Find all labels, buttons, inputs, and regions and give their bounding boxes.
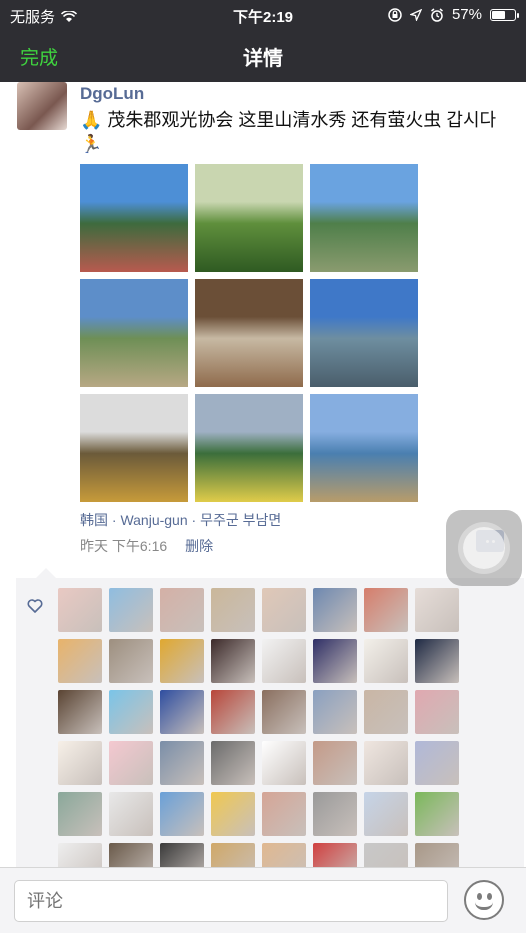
liker-avatar[interactable]: [58, 741, 102, 785]
status-bar: 无服务 下午2:19 57%: [0, 0, 526, 30]
post-photo[interactable]: [195, 394, 303, 502]
delete-button[interactable]: 删除: [185, 536, 213, 556]
liker-avatar[interactable]: [160, 792, 204, 836]
battery-percent: 57%: [451, 6, 482, 23]
liker-avatar[interactable]: [109, 843, 153, 867]
photo-grid: [80, 164, 420, 504]
liker-avatar[interactable]: [58, 588, 102, 632]
post-photo[interactable]: [310, 394, 418, 502]
author-name[interactable]: DgoLun: [80, 84, 144, 104]
liker-avatar[interactable]: [58, 690, 102, 734]
liker-avatar[interactable]: [364, 792, 408, 836]
post-photo[interactable]: [310, 164, 418, 272]
liker-avatar[interactable]: [364, 588, 408, 632]
liker-avatar[interactable]: [313, 639, 357, 683]
liker-avatar[interactable]: [415, 588, 459, 632]
assistive-touch-button[interactable]: [446, 510, 522, 586]
post-photo[interactable]: [80, 394, 188, 502]
liker-avatar[interactable]: [109, 792, 153, 836]
liker-avatar[interactable]: [58, 792, 102, 836]
author-avatar[interactable]: [17, 82, 67, 130]
liker-avatar[interactable]: [262, 792, 306, 836]
emoji-icon[interactable]: [464, 880, 504, 920]
battery-icon: [490, 8, 519, 21]
post-photo[interactable]: [310, 279, 418, 387]
post-photo[interactable]: [195, 164, 303, 272]
liker-avatar[interactable]: [211, 843, 255, 867]
liker-avatar[interactable]: [211, 690, 255, 734]
liker-avatar[interactable]: [415, 690, 459, 734]
liker-avatar[interactable]: [109, 588, 153, 632]
liker-avatar[interactable]: [262, 690, 306, 734]
liker-avatar[interactable]: [109, 639, 153, 683]
post-detail: DgoLun 🙏 茂朱郡观光协会 这里山清水秀 还有萤火虫 갑시다🏃 韩国 · …: [0, 82, 526, 867]
liker-avatar[interactable]: [415, 792, 459, 836]
post-location[interactable]: 韩国 · Wanju-gun · 무주군 부남면: [80, 510, 281, 530]
liker-avatar[interactable]: [160, 843, 204, 867]
liker-avatar[interactable]: [313, 792, 357, 836]
rotation-lock-icon: [388, 7, 402, 22]
liker-avatar[interactable]: [415, 843, 459, 867]
liker-avatar[interactable]: [364, 843, 408, 867]
location-icon: [409, 8, 422, 21]
liker-avatar[interactable]: [313, 843, 357, 867]
liker-avatar[interactable]: [160, 741, 204, 785]
post-time: 昨天 下午6:16: [80, 538, 168, 554]
liker-avatar[interactable]: [211, 639, 255, 683]
liker-avatar[interactable]: [160, 690, 204, 734]
liker-avatar[interactable]: [262, 588, 306, 632]
liker-avatar[interactable]: [211, 741, 255, 785]
liker-avatar[interactable]: [109, 741, 153, 785]
liker-avatar[interactable]: [58, 639, 102, 683]
page-title: 详情: [243, 48, 283, 70]
liker-avatar[interactable]: [211, 792, 255, 836]
alarm-icon: [431, 7, 443, 22]
post-photo[interactable]: [80, 279, 188, 387]
liker-avatar[interactable]: [262, 741, 306, 785]
heart-icon: [27, 599, 43, 613]
liker-avatar[interactable]: [415, 741, 459, 785]
liker-avatar[interactable]: [160, 588, 204, 632]
liker-avatar[interactable]: [58, 843, 102, 867]
liker-avatar[interactable]: [364, 639, 408, 683]
nav-bar: 完成 详情: [0, 30, 526, 82]
liker-avatar[interactable]: [364, 741, 408, 785]
liker-avatar[interactable]: [364, 690, 408, 734]
post-photo[interactable]: [195, 279, 303, 387]
liker-avatar[interactable]: [313, 588, 357, 632]
liker-avatar[interactable]: [313, 690, 357, 734]
liker-avatar[interactable]: [109, 690, 153, 734]
likes-section: [16, 568, 524, 867]
liker-avatar[interactable]: [262, 843, 306, 867]
post-photo[interactable]: [80, 164, 188, 272]
liker-avatar[interactable]: [262, 639, 306, 683]
post-meta: 昨天 下午6:16 删除: [80, 536, 213, 556]
post-text: 🙏 茂朱郡观光协会 这里山清水秀 还有萤火虫 갑시다🏃: [80, 110, 497, 154]
comment-input[interactable]: [14, 880, 448, 922]
status-right: 57%: [388, 6, 519, 23]
liker-avatar[interactable]: [160, 639, 204, 683]
comment-bar: [0, 867, 526, 933]
liker-avatar[interactable]: [313, 741, 357, 785]
liker-avatar[interactable]: [415, 639, 459, 683]
liker-avatar[interactable]: [211, 588, 255, 632]
